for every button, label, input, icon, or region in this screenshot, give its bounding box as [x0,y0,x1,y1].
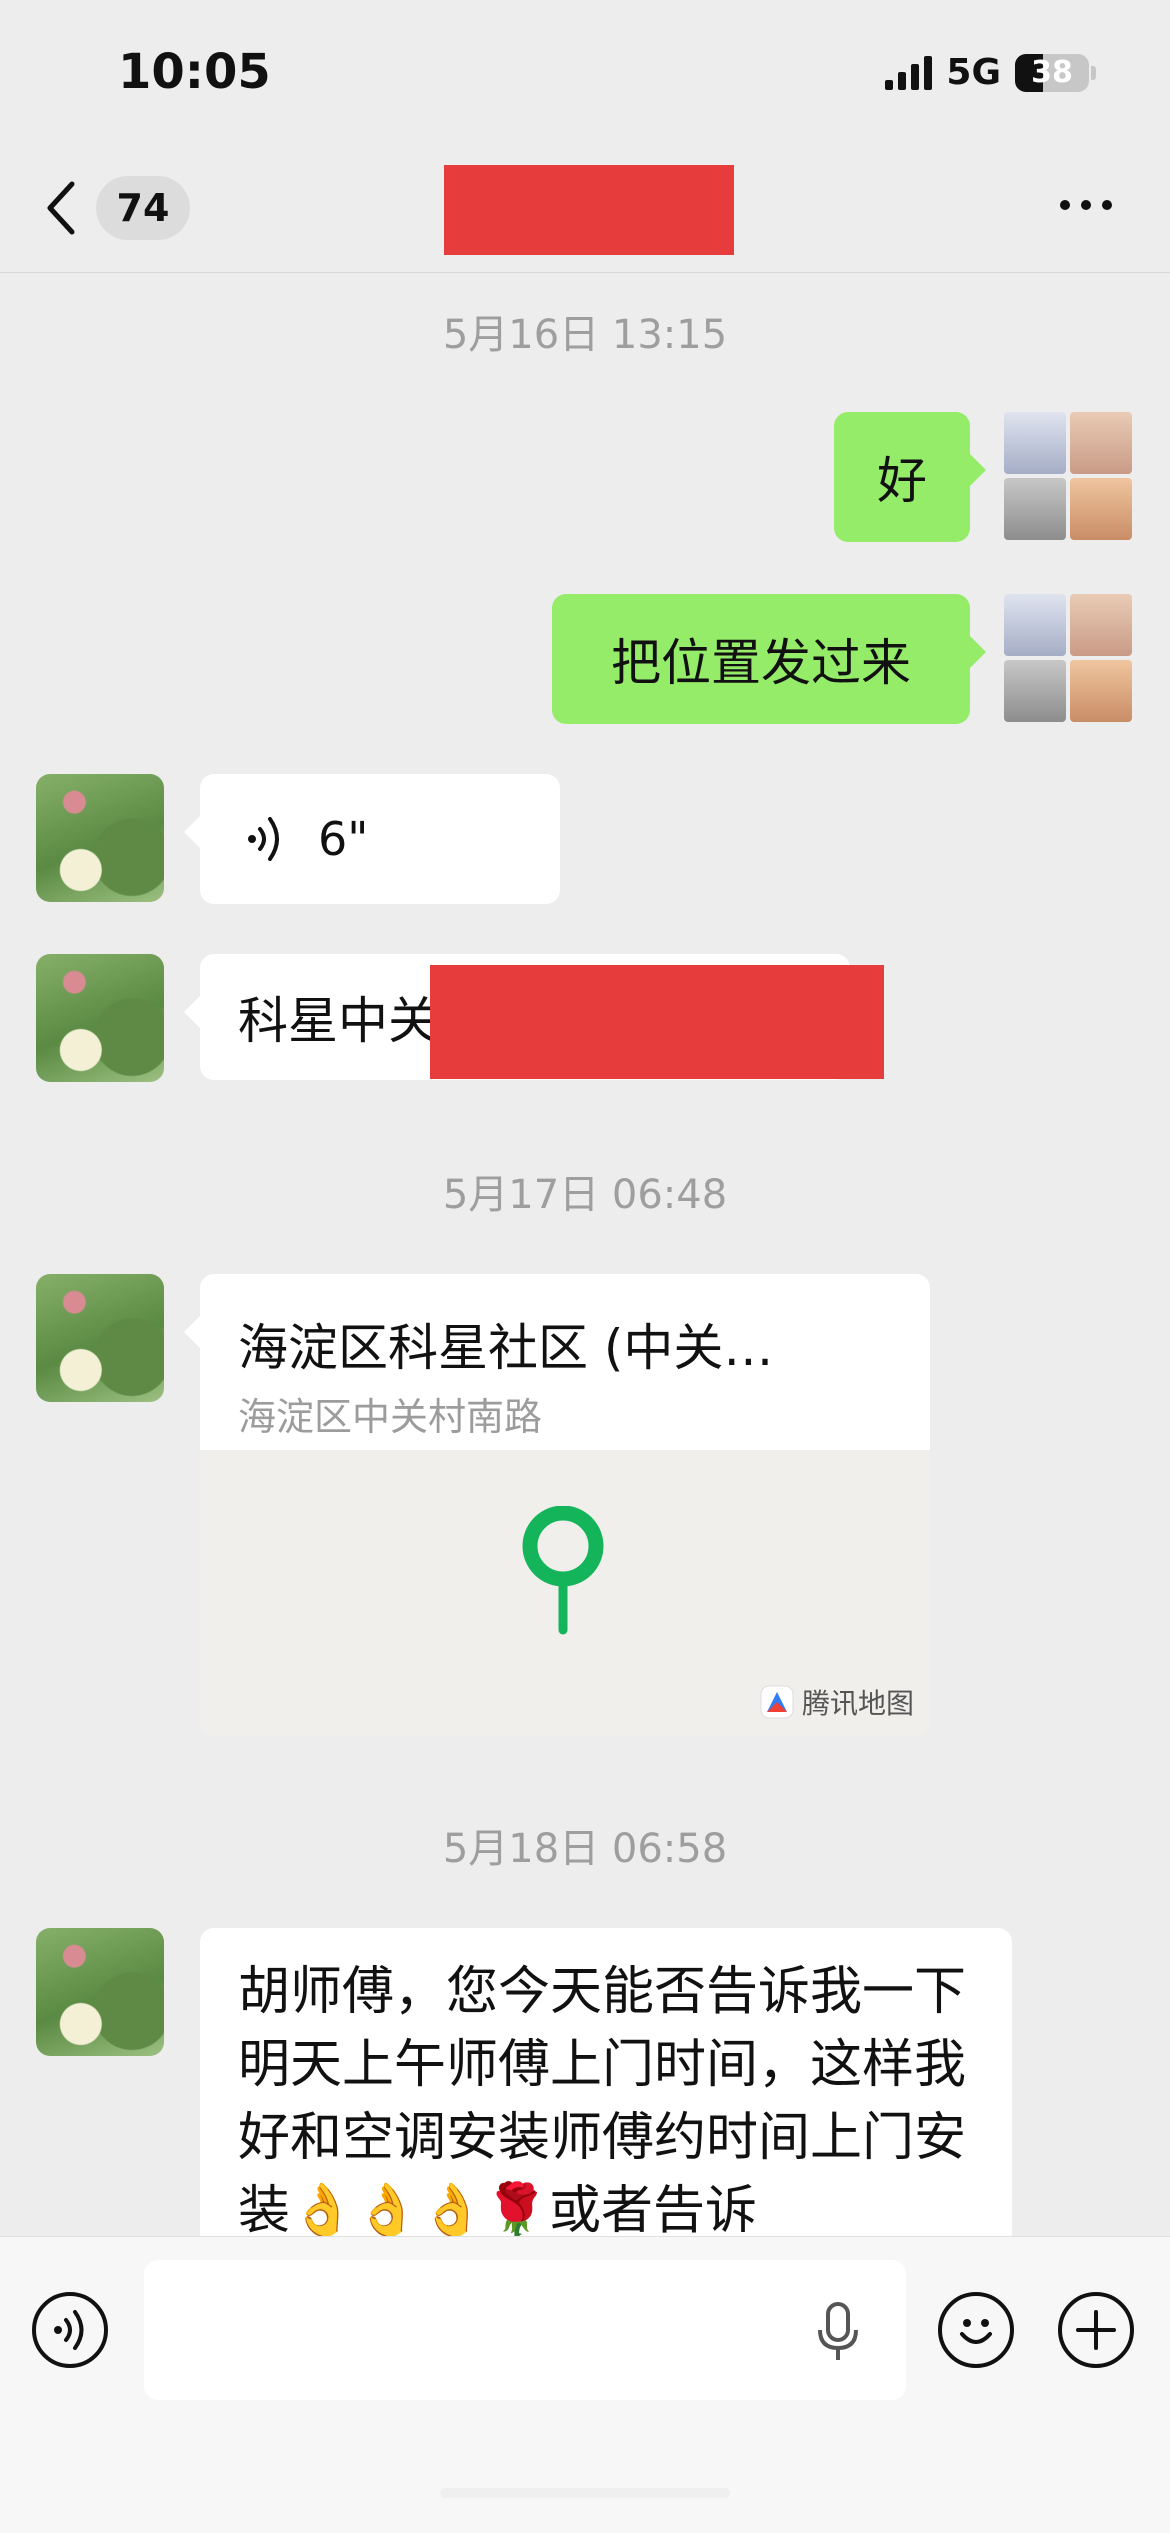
voice-wave-icon [248,817,279,861]
voice-toggle-icon[interactable] [32,2292,108,2368]
status-time: 10:05 [118,44,271,100]
unread-count-badge[interactable]: 74 [96,176,190,240]
message-bubble-self[interactable]: 把位置发过来 [552,594,986,724]
location-subtitle: 海淀区中关村南路 [238,1395,543,1439]
location-map[interactable]: 腾讯地图 [200,1450,930,1736]
contact-avatar[interactable] [36,774,164,902]
message-text: 好 [877,452,927,510]
voice-message-bubble[interactable]: 6" [184,774,560,904]
message-text: 把位置发过来 [611,634,911,692]
message-input[interactable] [144,2260,906,2400]
message-bubble-self[interactable]: 好 [834,412,986,542]
timestamp: 5月17日 06:48 [442,1172,728,1218]
location-card[interactable]: 海淀区科星社区 (中关… 海淀区中关村南路 腾讯地图 [200,1274,930,1736]
plus-icon[interactable] [1058,2292,1134,2368]
message-text: 科星中关 [238,992,438,1050]
network-type: 5G [946,52,1001,93]
contact-avatar[interactable] [36,954,164,1082]
contact-avatar[interactable] [36,1928,164,2056]
status-indicators: 5G 38 [885,52,1096,93]
battery-level: 38 [1031,55,1073,90]
home-indicator [440,2488,730,2498]
map-credit-text: 腾讯地图 [801,1687,914,1720]
tencent-map-icon [760,1685,794,1719]
chat-title-redacted [444,165,734,255]
battery-icon: 38 [1015,53,1089,92]
map-pin-icon [522,1506,604,1635]
self-avatar[interactable] [1004,412,1132,540]
bubble-tail [184,1316,200,1348]
location-title: 海淀区科星社区 (中关… [238,1319,774,1377]
contact-avatar[interactable] [36,1274,164,1402]
microphone-icon[interactable] [814,2300,862,2364]
timestamp: 5月18日 06:58 [442,1826,728,1872]
timestamp: 5月16日 13:15 [442,312,728,358]
map-credit: 腾讯地图 [760,1682,914,1722]
more-icon[interactable] [1060,200,1112,210]
back-chevron-icon[interactable] [42,178,82,238]
emoji-icon[interactable] [938,2292,1014,2368]
battery-cap [1091,65,1096,80]
voice-duration: 6" [318,812,369,866]
signal-icon [885,55,933,90]
message-redaction [430,965,884,1079]
self-avatar[interactable] [1004,594,1132,722]
message-bubble-other[interactable]: 胡师傅，您今天能否告诉我一下明天上午师傅上门时间，这样我好和空调安装师傅约时间上… [200,1928,1012,2248]
message-text: 胡师傅，您今天能否告诉我一下明天上午师傅上门时间，这样我好和空调安装师傅约时间上… [238,1962,967,2241]
